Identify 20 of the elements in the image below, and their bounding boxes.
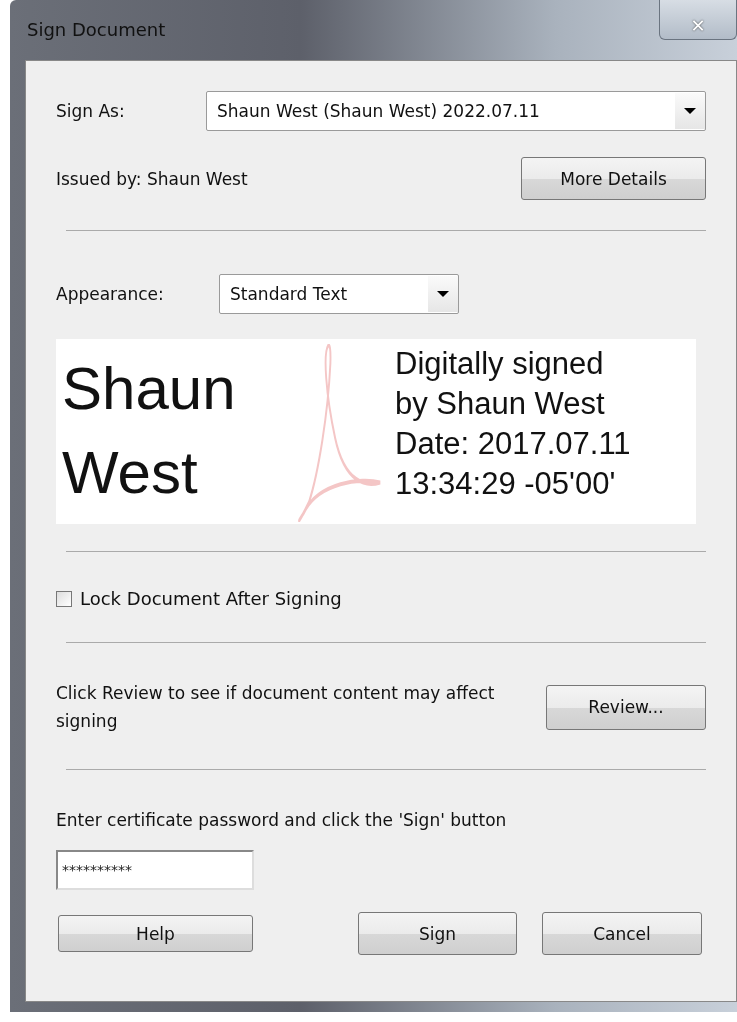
signer-name: Shaun West <box>61 354 237 508</box>
review-button[interactable]: Review... <box>546 684 706 730</box>
dropdown-caret-icon[interactable] <box>684 108 696 114</box>
appearance-dropdown[interactable]: Standard Text <box>219 274 459 314</box>
more-details-button[interactable]: More Details <box>521 157 706 200</box>
sign-as-label: Sign As: <box>56 101 126 121</box>
window-title: Sign Document <box>27 18 166 40</box>
help-button[interactable]: Help <box>58 915 253 952</box>
signature-details: Digitally signed by Shaun West Date: 2017.07.11 13:34:29 -05'00' <box>394 345 631 503</box>
lock-checkbox[interactable] <box>56 590 72 607</box>
issued-by-text: Issued by: Shaun West <box>56 168 248 189</box>
appearance-label: Appearance: <box>56 284 165 304</box>
cancel-button[interactable]: Cancel <box>542 912 702 955</box>
password-instruction-text: Enter certificate password and click the 'Sign' button <box>56 810 508 830</box>
sign-button[interactable]: Sign <box>358 912 517 955</box>
review-hint-text: Click Review to see if document content may affect signing <box>56 682 496 733</box>
sign-as-dropdown[interactable]: Shaun West (Shaun West) 2022.07.11 <box>206 91 706 131</box>
lock-checkbox-label[interactable]: Lock Document After Signing <box>80 588 342 609</box>
dropdown-caret-icon[interactable] <box>437 291 449 297</box>
password-field[interactable]: ********** <box>56 850 254 890</box>
